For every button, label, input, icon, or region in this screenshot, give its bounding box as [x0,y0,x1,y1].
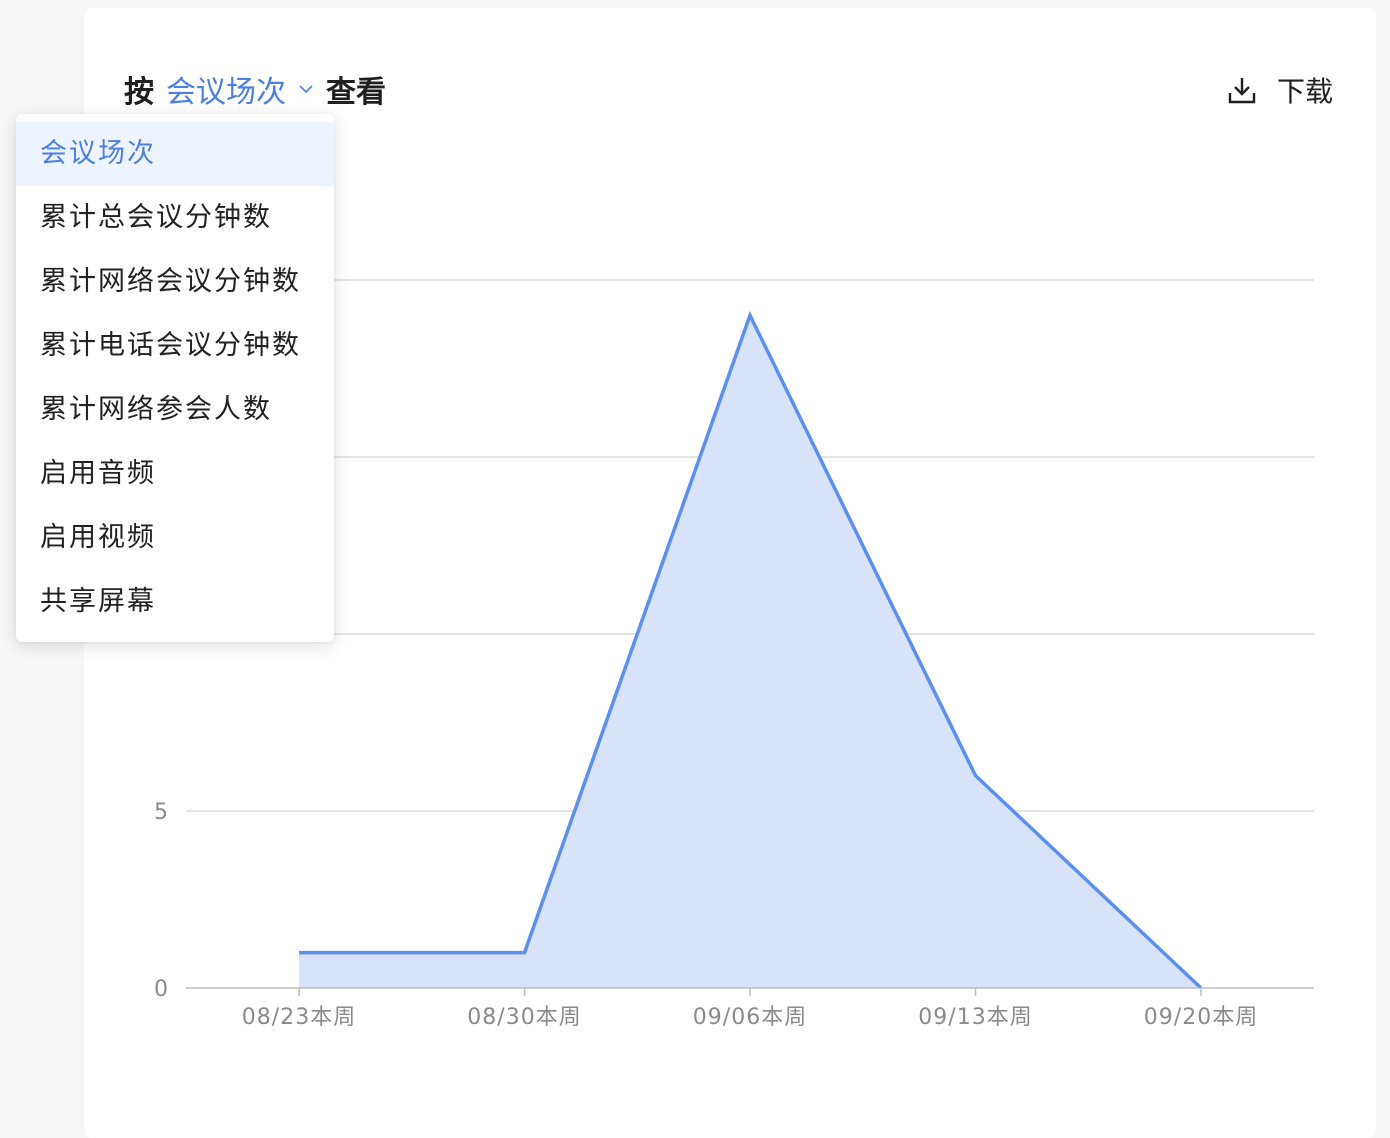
download-icon [1227,75,1257,105]
dropdown-option-web-attendees[interactable]: 累计网络参会人数 [16,378,334,442]
dropdown-option-meeting-count[interactable]: 会议场次 [16,122,334,186]
dropdown-option-phone-minutes[interactable]: 累计电话会议分钟数 [16,314,334,378]
series-area [299,315,1201,988]
y-tick-label: 5 [154,800,168,825]
view-by-suffix: 查看 [326,67,386,111]
dropdown-option-audio-enabled[interactable]: 启用音频 [16,442,334,506]
download-button[interactable]: 下载 [1227,66,1333,114]
x-tick-label: 09/20本周 [1144,1005,1258,1030]
view-by-prefix: 按 [124,67,154,111]
x-tick-label: 08/23本周 [242,1005,356,1030]
download-label: 下载 [1277,70,1333,110]
x-tick-label: 09/06本周 [693,1005,807,1030]
dropdown-option-total-minutes[interactable]: 累计总会议分钟数 [16,186,334,250]
y-tick-label: 0 [154,977,168,1002]
metric-select[interactable]: 会议场次 [166,67,326,111]
view-by-control: 按 会议场次 查看 [124,64,386,114]
metric-select-value: 会议场次 [166,67,286,111]
x-tick-label: 08/30本周 [467,1005,581,1030]
chevron-down-icon [298,81,314,97]
dropdown-option-screen-share[interactable]: 共享屏幕 [16,570,334,634]
dropdown-option-web-minutes[interactable]: 累计网络会议分钟数 [16,250,334,314]
x-tick-label: 09/13本周 [918,1005,1032,1030]
dropdown-option-video-enabled[interactable]: 启用视频 [16,506,334,570]
metric-dropdown-menu: 会议场次 累计总会议分钟数 累计网络会议分钟数 累计电话会议分钟数 累计网络参会… [16,114,334,642]
